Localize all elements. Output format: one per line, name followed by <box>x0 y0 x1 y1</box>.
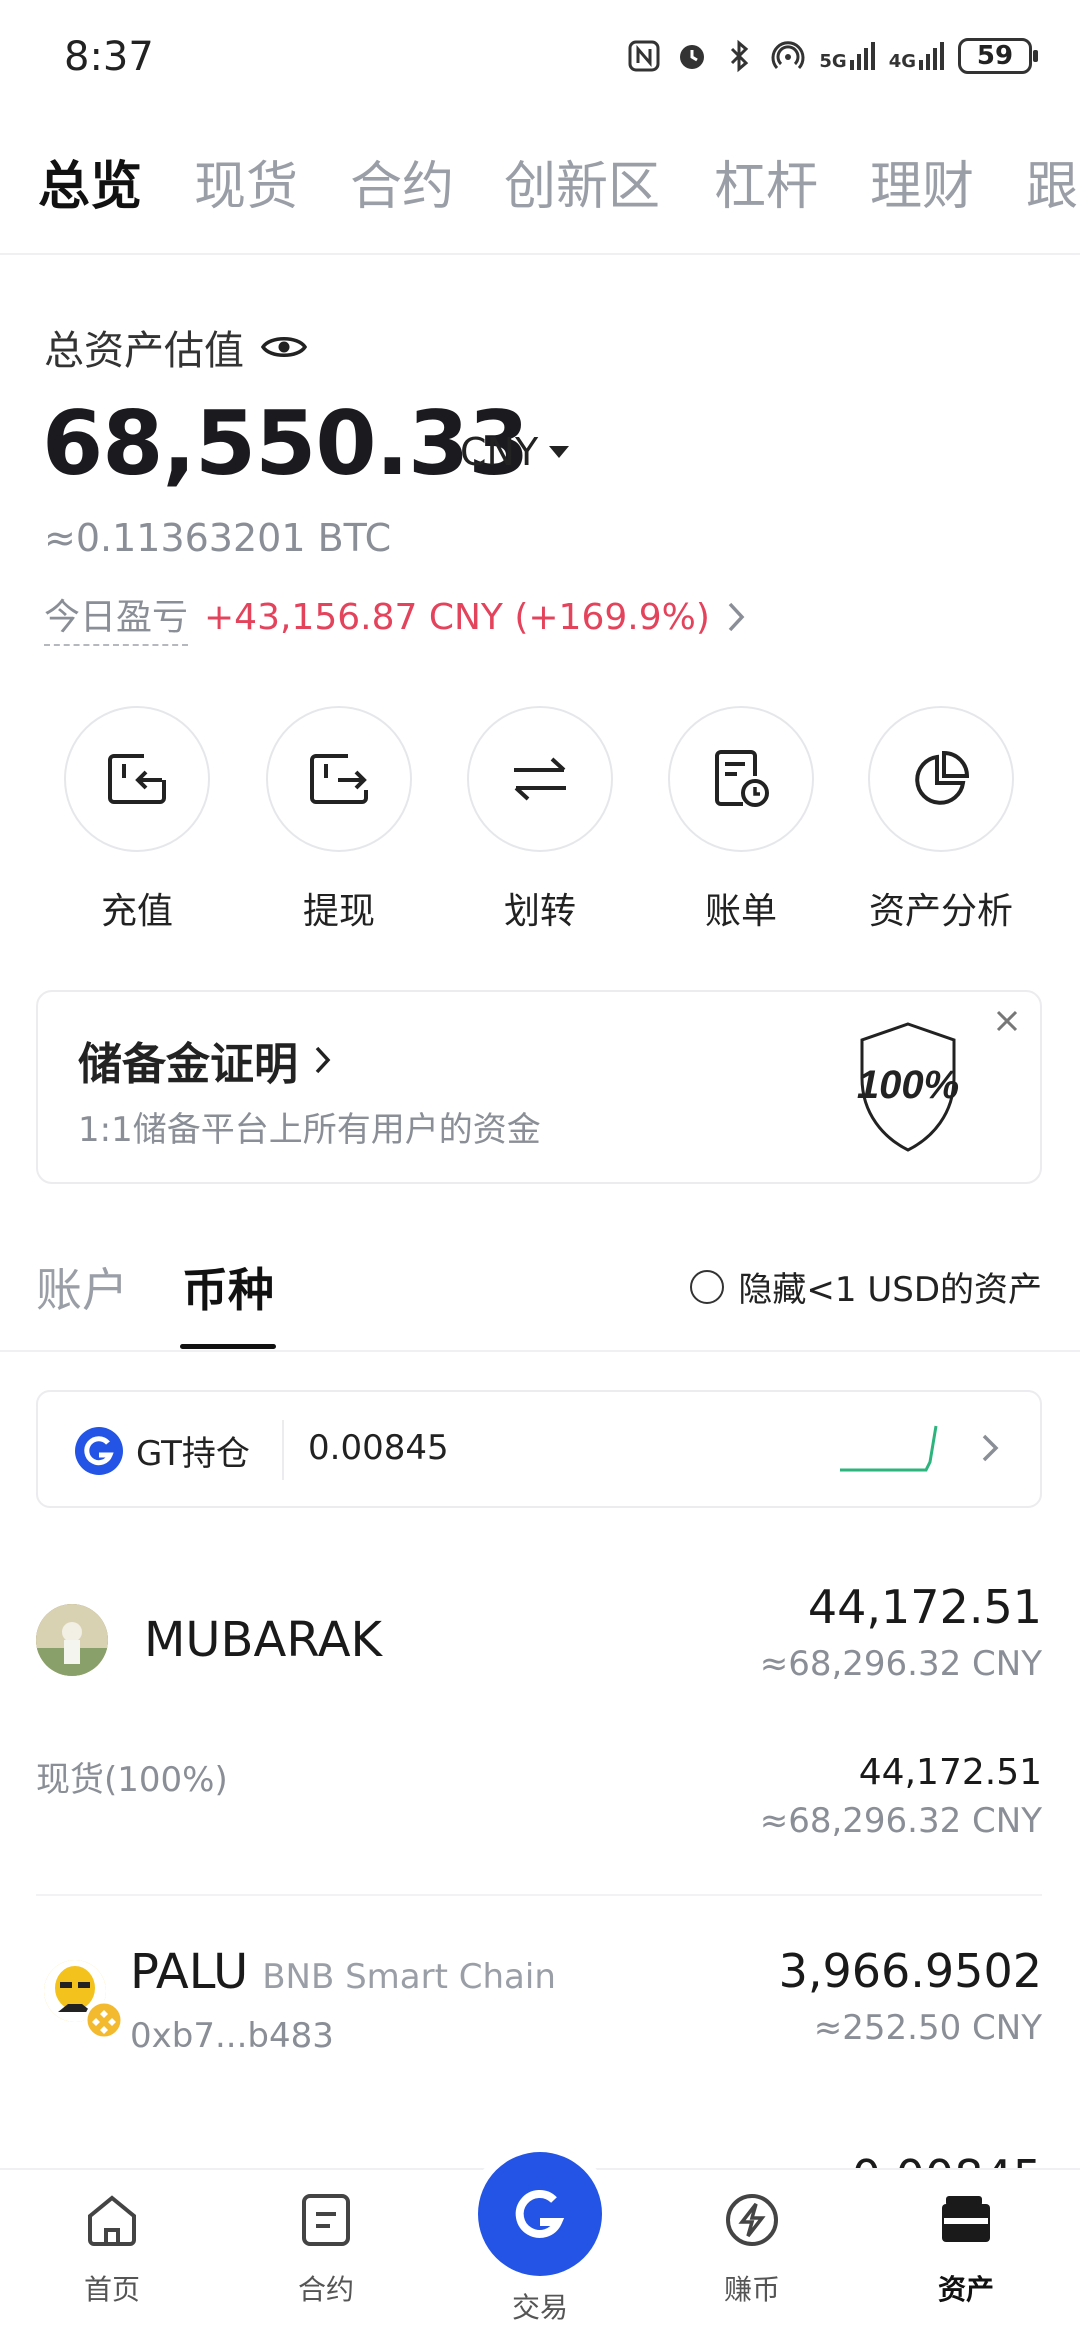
spot-cny-value: ≈68,296.32 CNY <box>759 1801 1042 1841</box>
nfc-icon <box>628 40 660 72</box>
coin-cny-value: ≈68,296.32 CNY <box>759 1644 1042 1684</box>
nav-label: 首页 <box>83 2273 140 2306</box>
signal-5g-icon: 5G <box>819 42 875 71</box>
chevron-right-icon <box>728 602 745 632</box>
today-pnl[interactable]: 今日盈亏 +43,156.87 CNY (+169.9%) <box>44 588 746 646</box>
gt-amount: 0.00845 <box>308 1428 449 1468</box>
status-time: 8:37 <box>64 34 154 80</box>
coin-name: PALU <box>130 1944 249 2000</box>
home-icon <box>88 2195 136 2246</box>
earn-icon <box>726 2194 778 2246</box>
futures-icon <box>302 2194 350 2246</box>
contract-address[interactable]: 0xb7...b483 <box>130 2016 334 2056</box>
radio-icon[interactable] <box>690 1269 725 1304</box>
active-tab-indicator <box>180 1344 276 1349</box>
pnl-label: 今日盈亏 <box>44 588 189 646</box>
pie-chart-icon <box>915 750 970 805</box>
tab-futures[interactable]: 合约 <box>350 144 454 219</box>
coin-avatar <box>36 1604 108 1676</box>
nav-futures[interactable]: 合约 <box>266 2190 386 2308</box>
coin-name: MUBARAK <box>144 1612 383 1668</box>
spot-share-label: 现货(100%) <box>36 1760 228 1800</box>
tab-margin[interactable]: 杠杆 <box>714 144 818 219</box>
divider <box>0 1350 1080 1352</box>
total-amount: 68,550.33 <box>42 392 529 495</box>
coin-cny-value: ≈252.50 CNY <box>813 2008 1042 2048</box>
coin-amount: 3,966.9502 <box>778 1944 1042 1998</box>
asset-analysis-label: 资产分析 <box>868 891 1013 932</box>
withdraw-icon <box>310 754 368 804</box>
sparkline <box>840 1425 938 1472</box>
reserve-badge-text: 100% <box>857 1063 959 1107</box>
bluetooth-icon <box>731 39 749 73</box>
mubarak-avatar-icon <box>36 1604 108 1676</box>
asset-analysis-button[interactable]: 资产分析 <box>866 706 1016 934</box>
pnl-value: +43,156.87 CNY (+169.9%) <box>204 596 710 638</box>
total-label-text: 总资产估值 <box>44 328 244 374</box>
top-tabs: 总览 现货 合约 创新区 杠杆 理财 跟 <box>0 130 1080 230</box>
currency-selector[interactable]: CNY <box>460 430 570 474</box>
nav-assets[interactable]: 资产 <box>906 2190 1026 2308</box>
currency-label: CNY <box>460 430 539 474</box>
nav-label: 赚币 <box>723 2273 780 2306</box>
coin-chain: BNB Smart Chain <box>262 1957 556 1997</box>
nav-earn[interactable]: 赚币 <box>692 2190 812 2308</box>
trade-button[interactable] <box>478 2152 602 2276</box>
divider <box>0 253 1080 255</box>
hide-small-assets-toggle[interactable]: 隐藏<1 USD的资产 <box>690 1262 1042 1311</box>
alarm-icon <box>680 45 705 69</box>
reserve-subtitle: 1:1储备平台上所有用户的资金 <box>78 1110 541 1150</box>
bill-icon <box>715 750 769 807</box>
divider <box>282 1420 284 1480</box>
tab-innovation[interactable]: 创新区 <box>504 144 660 219</box>
tab-currency[interactable]: 币种 <box>182 1254 274 1320</box>
withdraw-label: 提现 <box>302 891 375 932</box>
eye-icon[interactable] <box>260 330 308 364</box>
divider <box>36 1894 1042 1896</box>
hide-small-label: 隐藏<1 USD的资产 <box>738 1270 1042 1310</box>
chevron-right-icon <box>982 1434 999 1462</box>
tab-earn[interactable]: 理财 <box>870 144 974 219</box>
nav-label: 合约 <box>297 2273 354 2306</box>
status-bar: 8:37 5G 4G 59 <box>0 0 1080 120</box>
deposit-label: 充值 <box>100 891 173 932</box>
nav-label: 交易 <box>511 2291 568 2324</box>
caret-down-icon <box>549 446 570 458</box>
hotspot-icon <box>771 41 805 70</box>
transfer-icon <box>514 757 566 801</box>
transfer-button[interactable]: 划转 <box>465 706 615 934</box>
bnb-chain-icon <box>84 2000 124 2040</box>
gt-logo-icon <box>75 1427 123 1475</box>
wallet-icon <box>942 2196 990 2242</box>
btc-value: ≈0.11363201 BTC <box>44 516 392 560</box>
shield-100-icon: 100% <box>857 1022 959 1152</box>
total-value-label: 总资产估值 <box>44 318 308 376</box>
bill-button[interactable]: 账单 <box>666 706 816 934</box>
withdraw-button[interactable]: 提现 <box>264 706 414 934</box>
battery-icon: 59 <box>958 38 1038 74</box>
tab-spot[interactable]: 现货 <box>194 144 298 219</box>
nav-label: 资产 <box>937 2273 994 2306</box>
tab-copy[interactable]: 跟 <box>1026 144 1078 219</box>
tab-account[interactable]: 账户 <box>36 1254 128 1320</box>
tab-overview[interactable]: 总览 <box>38 144 142 219</box>
chevron-right-icon <box>315 1046 331 1074</box>
coin-title: PALU BNB Smart Chain <box>130 1944 556 2000</box>
close-icon[interactable] <box>992 1006 1022 1036</box>
bill-label: 账单 <box>704 891 777 932</box>
spot-amount: 44,172.51 <box>858 1752 1042 1793</box>
gt-holding-card[interactable]: GT持仓 0.00845 <box>36 1390 1042 1508</box>
transfer-label: 划转 <box>503 891 576 932</box>
signal-4g-icon: 4G <box>889 42 944 71</box>
proof-of-reserves-card[interactable]: 储备金证明 1:1储备平台上所有用户的资金 100% <box>36 990 1042 1184</box>
status-icons: 5G 4G 59 <box>627 38 1038 74</box>
deposit-button[interactable]: 充值 <box>62 706 212 934</box>
gt-label: GT持仓 <box>136 1434 250 1474</box>
deposit-icon <box>108 754 166 804</box>
coin-amount: 44,172.51 <box>807 1580 1042 1634</box>
trade-icon <box>515 2190 565 2238</box>
nav-home[interactable]: 首页 <box>52 2190 172 2308</box>
reserve-title: 储备金证明 <box>78 1028 332 1092</box>
